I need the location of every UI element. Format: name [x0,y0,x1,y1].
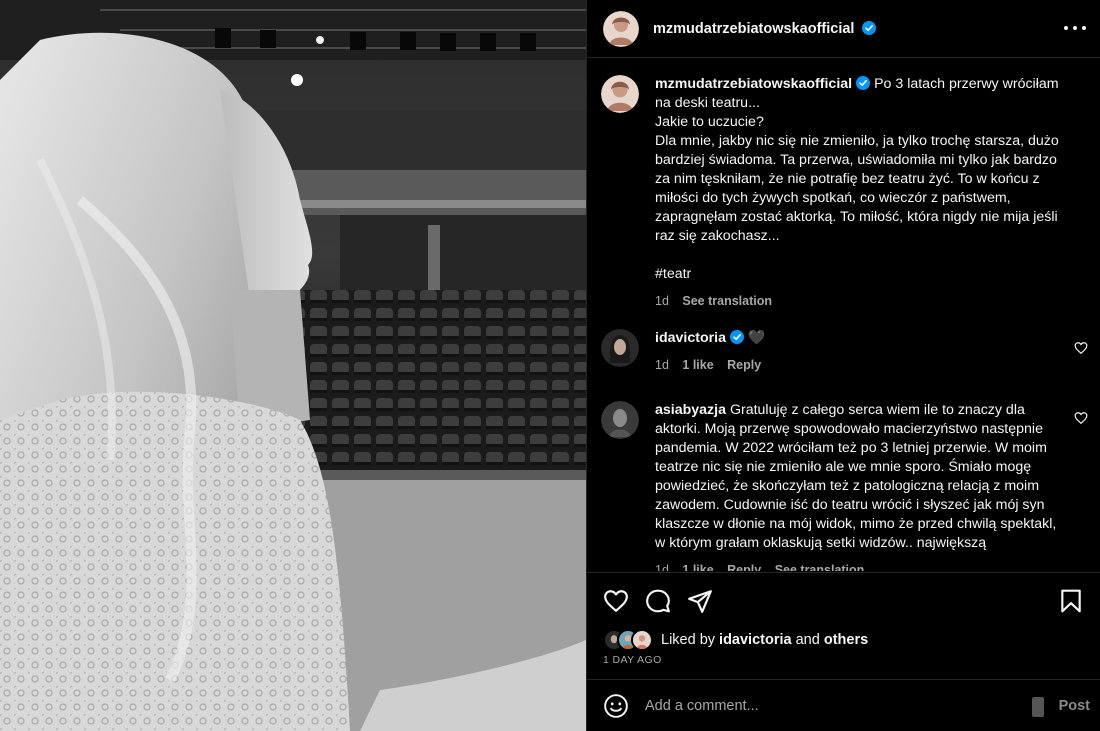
post-comment-button[interactable]: Post [1059,698,1090,714]
reply-button[interactable]: Reply [727,563,761,571]
author-avatar[interactable] [601,75,639,113]
caption-body: mzmudatrzebiatowskaofficial Po 3 latach … [655,75,1064,311]
like-comment-heart-icon[interactable] [1074,411,1088,425]
comment-icon[interactable] [645,588,671,614]
comment-text: 🖤 [747,330,766,346]
comment-username[interactable]: asiabyazja [655,402,726,418]
caption-username[interactable]: mzmudatrzebiatowskaofficial [655,76,852,92]
author-username[interactable]: mzmudatrzebiatowskaofficial [653,20,877,37]
like-comment-heart-icon[interactable] [1074,341,1088,355]
post-date: 1 DAY AGO [603,654,662,666]
caption-hashtag[interactable]: #teatr [655,265,1064,284]
comments-list: mzmudatrzebiatowskaofficial Po 3 latach … [587,59,1100,571]
emoji-icon[interactable] [603,693,629,719]
comment-likes[interactable]: 1 like [682,358,713,372]
reply-button[interactable]: Reply [727,358,761,372]
heart-icon[interactable] [603,588,629,614]
author-avatar[interactable] [603,10,639,47]
see-translation-link[interactable]: See translation [775,563,865,571]
comment-item: idavictoria 🖤 1d 1 like Reply [601,329,1088,375]
commenter-avatar[interactable] [601,401,639,439]
share-icon[interactable] [687,588,713,614]
caption-text: Po 3 latach przerwy wróciłam na deski te… [655,76,1059,244]
caption: mzmudatrzebiatowskaofficial Po 3 latach … [601,75,1088,311]
caption-meta: 1d See translation [655,292,1064,311]
verified-badge-icon [862,20,877,35]
add-comment-bar: Post [587,679,1100,731]
comment-input[interactable] [645,697,1015,714]
liker-avatar [631,629,653,651]
comment-meta: 1d 1 like Reply [655,356,1064,375]
commenter-avatar[interactable] [601,329,639,367]
bookmark-icon[interactable] [1058,588,1084,614]
comment-item: asiabyazja Gratuluję z całego serca wiem… [601,401,1088,571]
comment-meta: 1d 1 like Reply See translation [655,561,1064,571]
liked-by-others[interactable]: others [824,632,868,648]
comment-text: Gratuluję z całego serca wiem ile to zna… [655,402,1057,551]
see-translation-link[interactable]: See translation [682,294,772,308]
comment-time: 1d [655,358,669,372]
more-options-icon[interactable] [1064,18,1086,38]
post-photo [0,0,586,731]
input-resize-handle[interactable] [1032,697,1044,717]
post-header: mzmudatrzebiatowskaofficial [587,0,1100,58]
likes-text: Liked by idavictoria and others [661,632,869,648]
post-panel: mzmudatrzebiatowskaofficial mzmudatrzebi… [586,0,1100,731]
liked-by-user[interactable]: idavictoria [719,632,792,648]
action-icons [603,588,1084,614]
comment-body: idavictoria 🖤 1d 1 like Reply [655,329,1064,375]
verified-badge-icon [856,76,871,90]
comment-body: asiabyazja Gratuluję z całego serca wiem… [655,401,1064,571]
likes-summary[interactable]: Liked by idavictoria and others [603,629,868,651]
verified-badge-icon [729,330,744,344]
comment-time: 1d [655,563,669,571]
liker-avatars [603,629,657,651]
caption-time: 1d [655,294,669,308]
comment-likes[interactable]: 1 like [682,563,713,571]
post-actions: Liked by idavictoria and others 1 DAY AG… [587,572,1100,680]
comment-username[interactable]: idavictoria [655,330,726,346]
